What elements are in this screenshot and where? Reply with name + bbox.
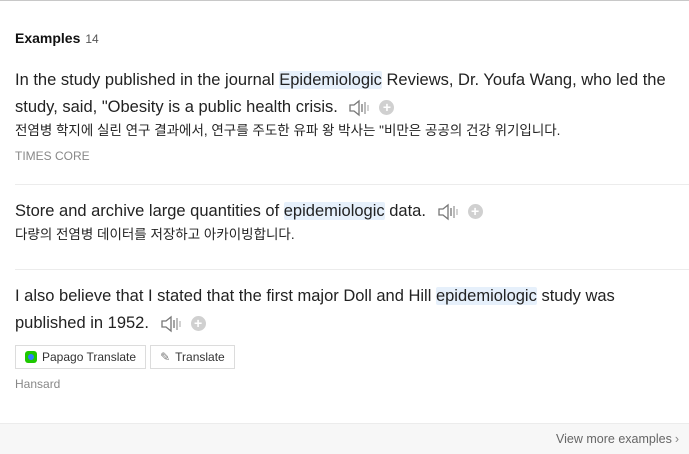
- example-sentence: I also believe that I stated that the fi…: [15, 283, 689, 310]
- papago-translate-button[interactable]: Papago Translate: [15, 345, 147, 369]
- example-translation: 전염병 학지에 실린 연구 결과에서, 연구를 주도한 유파 왕 박사는 "비만…: [15, 123, 561, 138]
- example-translation: 다량의 전염병 데이터를 저장하고 아카이빙합니다.: [15, 227, 295, 242]
- example-item-3: I also believe that I stated that the fi…: [15, 283, 689, 391]
- footer-bar: View more examples ›: [0, 423, 689, 454]
- sentence-text: data.: [384, 202, 426, 220]
- plus-circle-icon[interactable]: +: [467, 204, 483, 220]
- divider: [15, 184, 689, 185]
- sentence-text: published in 1952.: [15, 314, 149, 332]
- example-sentence-line2: published in 1952. +: [15, 310, 689, 337]
- section-title: Examples: [15, 30, 81, 46]
- divider: [15, 269, 689, 270]
- speaker-icon[interactable]: [437, 203, 463, 221]
- button-label: Translate: [175, 350, 225, 364]
- example-item-1: In the study published in the journal Ep…: [15, 67, 689, 163]
- view-more-examples-link[interactable]: View more examples ›: [556, 432, 679, 446]
- sentence-text: study, said, "Obesity is a public health…: [15, 98, 338, 116]
- chevron-right-icon: ›: [674, 432, 679, 446]
- plus-circle-icon[interactable]: +: [190, 316, 206, 332]
- example-sentence-line2: study, said, "Obesity is a public health…: [15, 94, 689, 121]
- example-sentence: Store and archive large quantities of ep…: [15, 198, 689, 225]
- highlighted-term[interactable]: epidemiologic: [435, 287, 537, 305]
- sentence-text: Store and archive large quantities of: [15, 202, 284, 220]
- top-border: [0, 0, 689, 1]
- example-source: TIMES CORE: [15, 149, 90, 163]
- sentence-text: In the study published in the journal: [15, 71, 280, 89]
- view-more-label: View more examples: [556, 432, 672, 446]
- papago-logo-icon: [25, 351, 37, 363]
- translate-button[interactable]: ✎ Translate: [150, 345, 235, 369]
- sentence-text: I also believe that I stated that the fi…: [15, 287, 436, 305]
- example-count: 14: [85, 32, 99, 46]
- example-sentence: In the study published in the journal Ep…: [15, 67, 689, 94]
- plus-circle-icon[interactable]: +: [379, 100, 395, 116]
- pen-icon: ✎: [160, 350, 171, 364]
- button-label: Papago Translate: [42, 350, 137, 364]
- example-item-2: Store and archive large quantities of ep…: [15, 198, 689, 245]
- speaker-icon[interactable]: [160, 315, 186, 333]
- highlighted-term[interactable]: epidemiologic: [283, 202, 385, 220]
- sentence-text: study was: [536, 287, 615, 305]
- examples-header: Examples 14: [15, 30, 99, 46]
- sentence-text: Reviews, Dr. Youfa Wang, who led the: [381, 71, 666, 89]
- example-source: Hansard: [15, 377, 61, 391]
- translate-buttons: Papago Translate ✎ Translate: [15, 345, 689, 369]
- speaker-icon[interactable]: [348, 99, 374, 117]
- highlighted-term[interactable]: Epidemiologic: [279, 71, 382, 89]
